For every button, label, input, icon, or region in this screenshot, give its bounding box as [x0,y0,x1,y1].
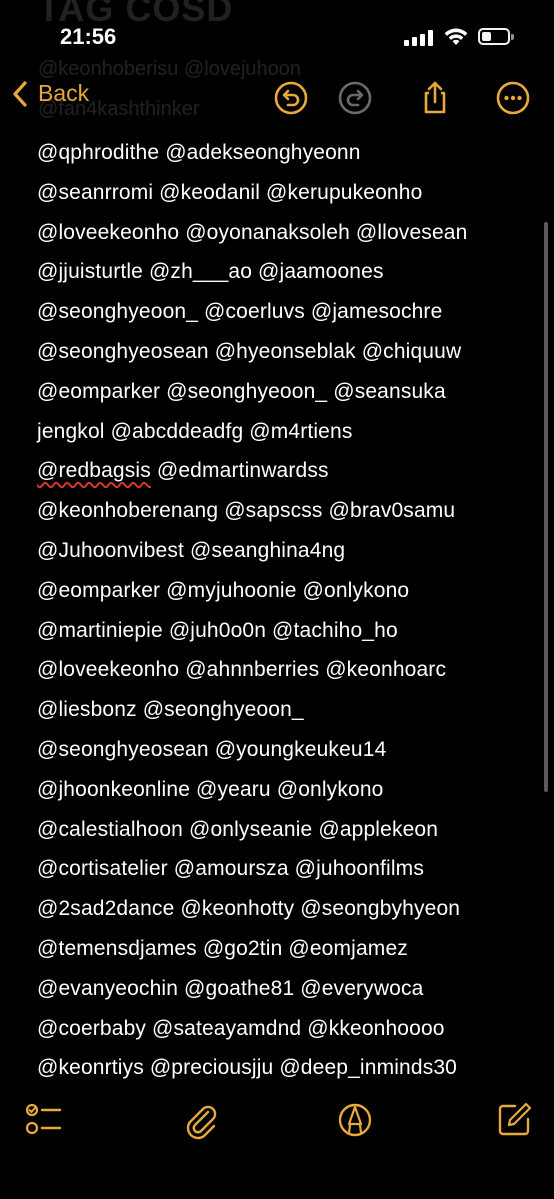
share-icon[interactable] [417,80,453,116]
more-icon[interactable] [495,80,531,116]
note-line: @2sad2dance @keonhotty @seongbyhyeon [37,897,461,921]
note-line: @temensdjames @go2tin @eomjamez [37,936,408,960]
note-line: @seonghyeosean @hyeonseblak @chiquuw [37,339,462,363]
note-line: @liesbonz @seonghyeoon_ [37,698,304,722]
battery-icon [478,28,514,45]
note-line: @loveekeonho @oyonanaksoleh @llovesean [37,220,468,244]
cellular-signal-icon [404,30,434,46]
note-line: @evanyeochin @goathe81 @everywoca [37,976,424,1000]
note-line: @calestialhoon @onlyseanie @applekeon [37,817,439,841]
note-line: @jhoonkeonline @yearu @onlykono [37,777,384,801]
bottom-toolbar [0,1100,554,1140]
back-label: Back [38,80,90,106]
note-body[interactable]: @qphrodithe @adekseonghyeonn @seanrromi … [37,133,537,1088]
checklist-icon[interactable] [22,1100,62,1140]
redo-icon[interactable] [337,80,373,116]
chevron-left-icon [13,80,27,107]
paperclip-icon[interactable] [181,1100,221,1140]
markup-pen-icon[interactable] [336,1100,376,1140]
note-line: @redbagsis @edmartinwardss [37,451,537,491]
note-line: @keonrtiys @preciousjju @deep_inminds30 [37,1056,458,1080]
note-line: @coerbaby @sateayamdnd @kkeonhoooo [37,1016,445,1040]
note-line: jengkol @abcddeadfg @m4rtiens [37,419,353,443]
note-line: @seanrromi @keodanil @kerupukeonho [37,180,423,204]
back-button[interactable]: Back [12,80,89,107]
note-line: @jjuisturtle @zh___ao @jaamoones [37,260,384,284]
note-line: @cortisatelier @amoursza @juhoonfilms [37,857,424,881]
note-line: @martiniepie @juh0o0n @tachiho_ho [37,618,398,642]
note-line: @eomparker @myjuhoonie @onlykono [37,578,410,602]
ghost-line-1: @keonhoberisu @lovejuhoon [38,58,301,80]
scrollbar[interactable] [544,222,548,792]
undo-icon[interactable] [273,80,309,116]
note-line: @seonghyeoon_ @coerluvs @jamesochre [37,300,443,324]
note-line-rest: @edmartinwardss [150,459,329,483]
note-line: @qphrodithe @adekseonghyeonn [37,141,361,164]
status-time: 21:56 [60,24,117,49]
note-line: @seonghyeosean @youngkeukeu14 [37,737,387,761]
note-line: @loveekeonho @ahnnberries @keonhoarc [37,658,447,682]
misspelled-word: @redbagsis [37,459,151,483]
wifi-icon [444,28,468,45]
compose-icon[interactable] [495,1100,535,1140]
note-line: @Juhoonvibest @seanghina4ng [37,538,346,562]
note-line: @keonhoberenang @sapscss @brav0samu [37,499,456,523]
note-line: @eomparker @seonghyeoon_ @seansuka [37,379,446,403]
